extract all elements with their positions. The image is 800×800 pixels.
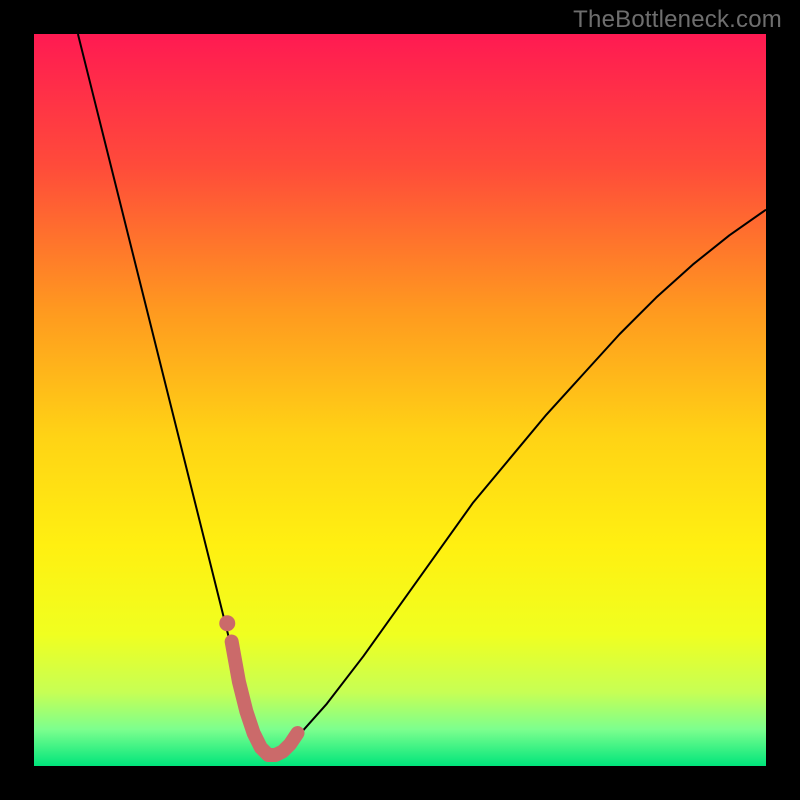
chart-frame: TheBottleneck.com (0, 0, 800, 800)
series-highlight_dot-point (219, 615, 235, 631)
gradient-background (34, 34, 766, 766)
chart-svg (34, 34, 766, 766)
watermark-text: TheBottleneck.com (573, 6, 782, 34)
plot-area (34, 34, 766, 766)
